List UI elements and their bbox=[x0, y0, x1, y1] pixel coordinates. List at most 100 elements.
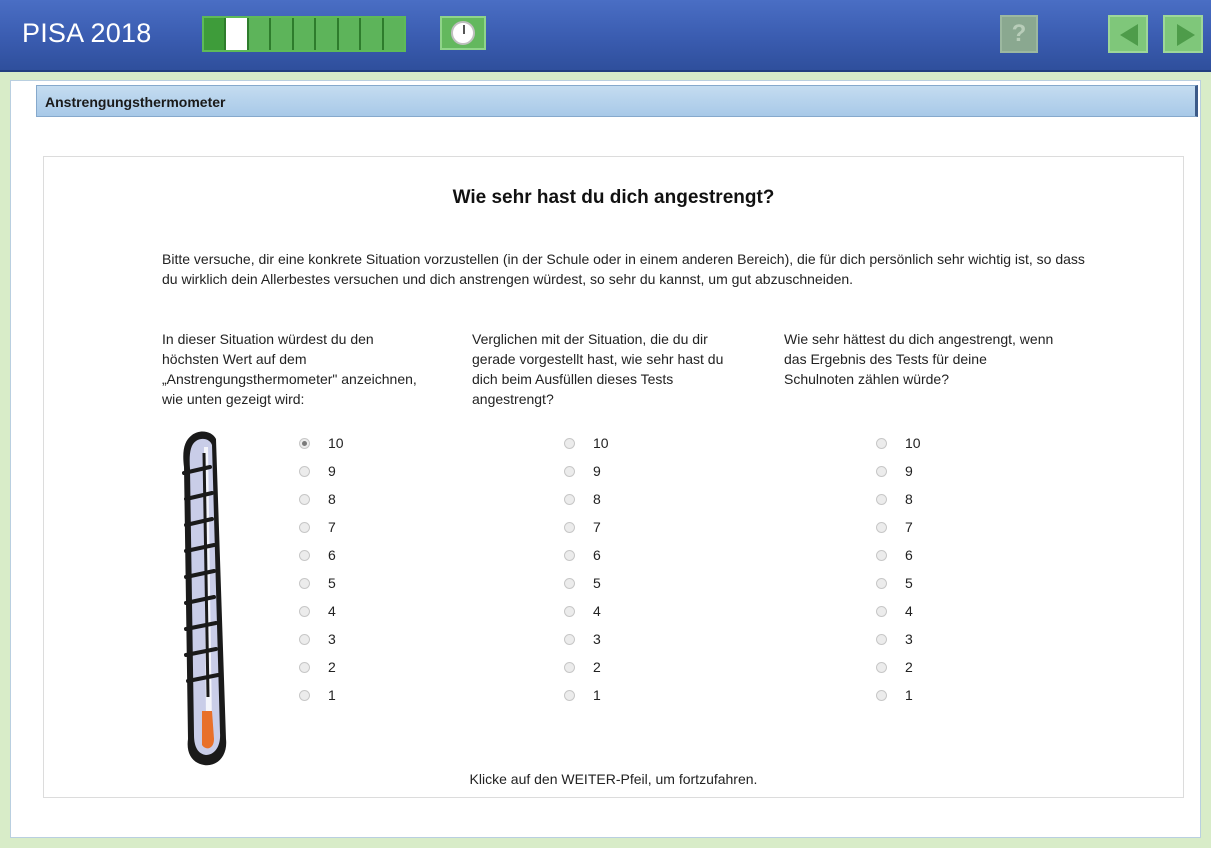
continue-hint: Klicke auf den WEITER-Pfeil, um fortzufa… bbox=[469, 771, 758, 787]
radio-option[interactable]: 3 bbox=[299, 625, 344, 653]
radio-button[interactable] bbox=[876, 465, 887, 477]
radio-button[interactable] bbox=[876, 437, 887, 449]
radio-option[interactable]: 5 bbox=[299, 569, 344, 597]
radio-button[interactable] bbox=[299, 661, 310, 673]
radio-option-label: 5 bbox=[328, 575, 336, 591]
back-button[interactable] bbox=[1108, 15, 1148, 53]
radio-option-label: 3 bbox=[593, 631, 601, 647]
radio-button[interactable] bbox=[564, 661, 575, 673]
radio-button[interactable] bbox=[564, 493, 575, 505]
question-panel: Wie sehr hast du dich angestrengt? Bitte… bbox=[43, 156, 1184, 798]
radio-option[interactable]: 8 bbox=[564, 485, 609, 513]
radio-option-label: 4 bbox=[905, 603, 913, 619]
content-frame: Anstrengungsthermometer Wie sehr hast du… bbox=[10, 80, 1201, 838]
radio-button[interactable] bbox=[564, 549, 575, 561]
radio-button[interactable] bbox=[564, 605, 575, 617]
radio-option-label: 3 bbox=[905, 631, 913, 647]
radio-option-label: 9 bbox=[905, 463, 913, 479]
radio-option-label: 8 bbox=[593, 491, 601, 507]
radio-button[interactable] bbox=[299, 465, 310, 477]
radio-button[interactable] bbox=[564, 633, 575, 645]
question-title: Wie sehr hast du dich angestrengt? bbox=[452, 187, 775, 208]
radio-option[interactable]: 6 bbox=[299, 541, 344, 569]
radio-button[interactable] bbox=[876, 549, 887, 561]
radio-option[interactable]: 9 bbox=[299, 457, 344, 485]
progress-segment bbox=[293, 18, 317, 50]
radio-option-label: 10 bbox=[328, 435, 344, 451]
column-2-prompt: Verglichen mit der Situation, die du dir… bbox=[472, 331, 724, 407]
radio-option[interactable]: 10 bbox=[299, 429, 344, 457]
radio-button[interactable] bbox=[299, 633, 310, 645]
radio-option[interactable]: 3 bbox=[876, 625, 921, 653]
radio-button[interactable] bbox=[876, 577, 887, 589]
radio-option[interactable]: 1 bbox=[564, 681, 609, 709]
radio-button[interactable] bbox=[876, 661, 887, 673]
radio-button[interactable] bbox=[299, 493, 310, 505]
radio-option-label: 9 bbox=[593, 463, 601, 479]
radio-option-label: 10 bbox=[905, 435, 921, 451]
radio-option-label: 7 bbox=[328, 519, 336, 535]
radio-option[interactable]: 4 bbox=[564, 597, 609, 625]
radio-button[interactable] bbox=[876, 493, 887, 505]
radio-option-label: 4 bbox=[593, 603, 601, 619]
radio-button[interactable] bbox=[299, 577, 310, 589]
radio-option[interactable]: 2 bbox=[876, 653, 921, 681]
radio-button[interactable] bbox=[299, 521, 310, 533]
radio-option-label: 3 bbox=[328, 631, 336, 647]
radio-option[interactable]: 6 bbox=[876, 541, 921, 569]
top-bar: PISA 2018 ? bbox=[0, 0, 1211, 72]
radio-button[interactable] bbox=[876, 689, 887, 701]
radio-option[interactable]: 10 bbox=[876, 429, 921, 457]
radio-button[interactable] bbox=[876, 605, 887, 617]
radio-option[interactable]: 6 bbox=[564, 541, 609, 569]
radio-option-label: 4 bbox=[328, 603, 336, 619]
radio-option[interactable]: 7 bbox=[564, 513, 609, 541]
radio-option[interactable]: 5 bbox=[876, 569, 921, 597]
radio-option-label: 8 bbox=[328, 491, 336, 507]
radio-option[interactable]: 4 bbox=[299, 597, 344, 625]
timer-button[interactable] bbox=[440, 16, 486, 50]
radio-option[interactable]: 9 bbox=[876, 457, 921, 485]
radio-button[interactable] bbox=[564, 689, 575, 701]
radio-option-label: 6 bbox=[905, 547, 913, 563]
radio-option[interactable]: 1 bbox=[876, 681, 921, 709]
radio-option[interactable]: 7 bbox=[876, 513, 921, 541]
thermometer-icon bbox=[182, 431, 227, 766]
radio-button[interactable] bbox=[564, 465, 575, 477]
radio-option[interactable]: 2 bbox=[299, 653, 344, 681]
radio-button[interactable] bbox=[564, 521, 575, 533]
radio-option-label: 7 bbox=[905, 519, 913, 535]
radio-button[interactable] bbox=[564, 577, 575, 589]
app-title: PISA 2018 bbox=[22, 18, 152, 48]
radio-option[interactable]: 5 bbox=[564, 569, 609, 597]
radio-option-label: 5 bbox=[905, 575, 913, 591]
next-button[interactable] bbox=[1163, 15, 1203, 53]
radio-option[interactable]: 1 bbox=[299, 681, 344, 709]
radio-option-label: 5 bbox=[593, 575, 601, 591]
progress-segment bbox=[204, 18, 227, 50]
radio-option[interactable]: 2 bbox=[564, 653, 609, 681]
radio-button[interactable] bbox=[299, 689, 310, 701]
radio-option[interactable]: 8 bbox=[876, 485, 921, 513]
radio-option-label: 1 bbox=[328, 687, 336, 703]
arrow-right-icon bbox=[1177, 24, 1195, 46]
radio-option[interactable]: 7 bbox=[299, 513, 344, 541]
radio-group-column-2: 10 9 8 7 6 5 4 3 2 1 bbox=[564, 429, 609, 709]
column-1-prompt: In dieser Situation würdest du den höchs… bbox=[162, 331, 417, 407]
radio-option-label: 10 bbox=[593, 435, 609, 451]
radio-button[interactable] bbox=[876, 633, 887, 645]
radio-button[interactable] bbox=[299, 605, 310, 617]
arrow-left-icon bbox=[1120, 24, 1138, 46]
radio-option[interactable]: 3 bbox=[564, 625, 609, 653]
clock-icon bbox=[451, 21, 475, 45]
radio-button[interactable] bbox=[564, 437, 575, 449]
radio-button[interactable] bbox=[876, 521, 887, 533]
radio-option[interactable]: 8 bbox=[299, 485, 344, 513]
radio-option[interactable]: 10 bbox=[564, 429, 609, 457]
radio-option-label: 6 bbox=[593, 547, 601, 563]
radio-option[interactable]: 9 bbox=[564, 457, 609, 485]
progress-segment bbox=[271, 18, 294, 50]
radio-button[interactable] bbox=[299, 437, 310, 449]
radio-option[interactable]: 4 bbox=[876, 597, 921, 625]
radio-button[interactable] bbox=[299, 549, 310, 561]
